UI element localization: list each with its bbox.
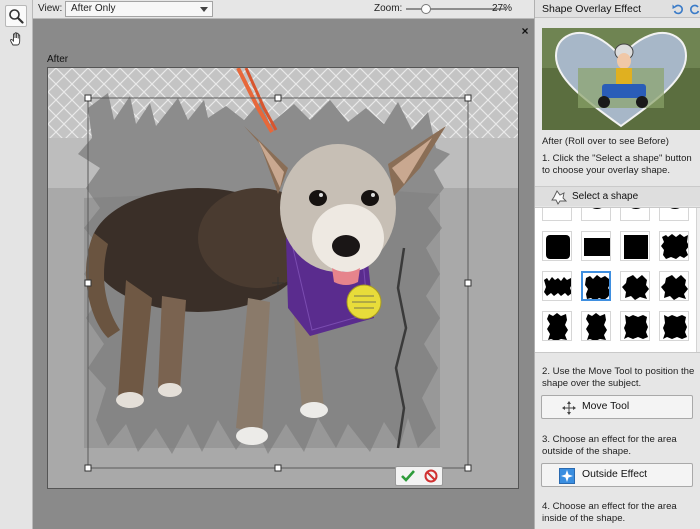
view-label: View: [38, 3, 63, 14]
select-shape-label: Select a shape [572, 191, 639, 202]
cancel-icon[interactable] [424, 469, 438, 483]
zoom-tool-button[interactable] [5, 5, 27, 27]
panel-header: Shape Overlay Effect [535, 0, 700, 18]
view-dropdown-value: After Only [71, 3, 116, 14]
resize-handle[interactable] [274, 94, 282, 102]
move-tool-label: Move Tool [582, 401, 630, 412]
photo-artwork [48, 68, 518, 488]
torn-strip-shape[interactable] [542, 271, 572, 301]
redo-icon[interactable] [689, 3, 700, 15]
resize-handle[interactable] [84, 94, 92, 102]
step2-instructions: 2. Use the Move Tool to position the sha… [542, 366, 695, 389]
resize-handle[interactable] [274, 464, 282, 472]
resize-handle[interactable] [464, 94, 472, 102]
shape-picker-icon [551, 190, 567, 205]
step1-instructions: 1. Click the "Select a shape" button to … [542, 153, 692, 176]
shape-grid-scrollbar[interactable] [696, 208, 700, 352]
hand-tool-button[interactable] [5, 28, 27, 50]
panel-title: Shape Overlay Effect [542, 3, 642, 15]
undo-icon[interactable] [672, 3, 684, 15]
document-canvas: × After [33, 19, 534, 529]
magnifier-icon [9, 9, 24, 24]
options-bar: View: After Only Zoom: 27% [33, 0, 534, 19]
commit-checkmark-icon[interactable] [400, 470, 415, 482]
outside-effect-label: Outside Effect [582, 469, 648, 480]
step3-instructions: 3. Choose an effect for the area outside… [542, 434, 677, 457]
effect-preview-thumbnail[interactable] [542, 28, 700, 130]
preview-artwork [542, 28, 700, 130]
semicircle-shape[interactable] [542, 208, 572, 221]
photo-editor-window: View: After Only Zoom: 27% × After Shape… [0, 0, 700, 529]
chevron-down-icon [200, 7, 208, 12]
tool-bar [0, 0, 33, 529]
select-shape-button[interactable]: Select a shape [535, 186, 700, 206]
preview-caption: After (Roll over to see Before) [542, 136, 669, 147]
torn-tall-shape[interactable] [542, 311, 572, 341]
after-label: After [47, 54, 69, 65]
zoom-value: 27% [492, 3, 513, 14]
resize-handle[interactable] [464, 464, 472, 472]
guided-edit-panel: Shape Overlay Effect After (Roll over to… [534, 0, 700, 529]
grunge-square-shape[interactable] [659, 231, 689, 261]
resize-handle[interactable] [84, 279, 92, 287]
arc-shape[interactable] [659, 208, 689, 221]
dog-photo[interactable] [47, 67, 519, 489]
resize-handle[interactable] [84, 464, 92, 472]
arc-shape[interactable] [581, 208, 611, 221]
move-tool-button[interactable]: Move Tool [541, 395, 693, 419]
commit-cancel-bar [395, 466, 443, 486]
rough-rect-shape[interactable] [659, 311, 689, 341]
move-tool-icon [562, 401, 576, 415]
splatter-shape[interactable] [620, 271, 650, 301]
close-icon[interactable]: × [519, 25, 531, 37]
rounded-square-shape[interactable] [542, 231, 572, 261]
step4-instructions: 4. Choose an effect for the area inside … [542, 501, 677, 524]
zoom-label: Zoom: [374, 3, 403, 14]
outside-effect-icon [559, 468, 575, 484]
arc-shape[interactable] [620, 208, 650, 221]
zoom-slider-thumb[interactable] [420, 4, 431, 14]
rough-rect-shape[interactable] [620, 311, 650, 341]
outside-effect-button[interactable]: Outside Effect [541, 463, 693, 487]
hand-icon [10, 32, 21, 46]
view-dropdown[interactable]: After Only [65, 1, 213, 17]
bar-square-shape[interactable] [581, 231, 611, 261]
resize-handle[interactable] [464, 279, 472, 287]
torn-tall-shape[interactable] [581, 311, 611, 341]
splatter-shape[interactable] [659, 271, 689, 301]
shape-grid [535, 207, 700, 353]
torn-square-shape[interactable] [581, 271, 611, 301]
square-shape[interactable] [620, 231, 650, 261]
